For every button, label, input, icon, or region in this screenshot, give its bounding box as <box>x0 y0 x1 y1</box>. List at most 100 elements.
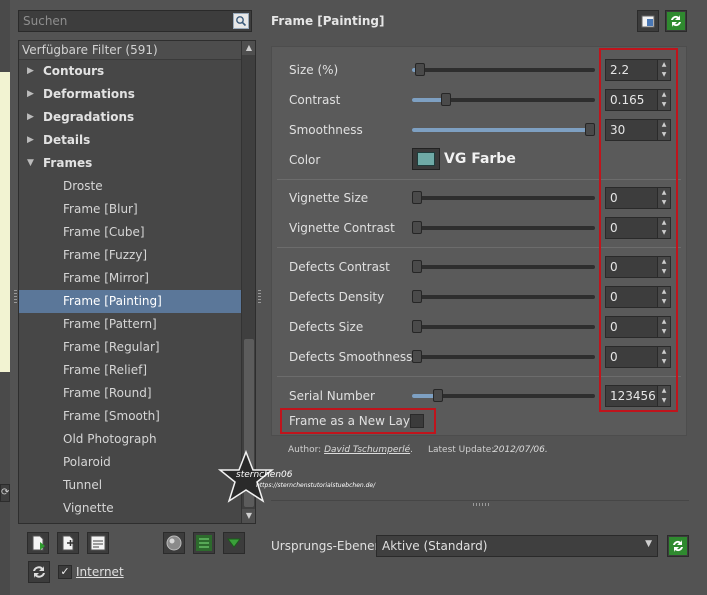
tree-filter-item[interactable]: Frame [Cube] <box>19 221 241 244</box>
tree-item-label: Frame [Relief] <box>63 363 148 377</box>
vignette-contrast-slider[interactable] <box>412 221 595 234</box>
tree-category[interactable]: ▼ Frames <box>19 152 241 175</box>
tree-item-label: Droste <box>63 179 103 193</box>
tree-filter-item[interactable]: Old Photograph <box>19 428 241 451</box>
highlight-new-layer-box <box>280 408 436 434</box>
color-label: Color <box>289 153 321 167</box>
tree-header: Verfügbare Filter (591) <box>19 41 244 60</box>
tree-filter-item[interactable]: Frame [Mirror] <box>19 267 241 290</box>
search-input[interactable] <box>19 11 237 31</box>
defects-size-label: Defects Size <box>289 320 364 334</box>
chevron-right-icon[interactable]: ▶ <box>27 83 37 106</box>
defects-contrast-slider[interactable] <box>412 260 595 273</box>
tree-filter-item[interactable]: Tunnel <box>19 474 241 497</box>
smoothness-label: Smoothness <box>289 123 363 137</box>
update-filters-button[interactable] <box>28 561 50 583</box>
tree-category[interactable]: ▶ Deformations <box>19 83 241 106</box>
tree-item-label: Polaroid <box>63 455 111 469</box>
tree-item-label: Frame [Blur] <box>63 202 138 216</box>
apply-down-icon[interactable] <box>223 532 245 554</box>
tree-filter-item[interactable]: Frame [Round] <box>19 382 241 405</box>
vignette-size-slider[interactable] <box>412 191 595 204</box>
chevron-right-icon[interactable]: ▶ <box>27 106 37 129</box>
tree-category[interactable]: ▶ Contours <box>19 60 241 83</box>
tree-filter-item[interactable]: Frame [Painting] <box>19 290 241 313</box>
tree-item-label: Frame [Painting] <box>63 294 162 308</box>
scroll-down-icon[interactable]: ▼ <box>242 509 255 523</box>
copy-to-clipboard-button[interactable] <box>637 10 659 32</box>
defects-density-slider[interactable] <box>412 290 595 303</box>
tree-filter-item[interactable]: Frame [Pattern] <box>19 313 241 336</box>
defects-contrast-label: Defects Contrast <box>289 260 390 274</box>
tree-item-label: Old Photograph <box>63 432 157 446</box>
defects-density-label: Defects Density <box>289 290 385 304</box>
internet-label[interactable]: Internet <box>76 565 124 579</box>
tree-filter-item[interactable]: Vignette <box>19 497 241 520</box>
defects-smoothness-label: Defects Smoothness <box>289 350 413 364</box>
size-slider[interactable] <box>412 63 595 76</box>
update-label: Latest Update: <box>428 445 495 455</box>
defects-smoothness-slider[interactable] <box>412 350 595 363</box>
tree-category[interactable]: ▶ Degradations <box>19 106 241 129</box>
canvas-preview-strip <box>0 72 10 372</box>
chevron-down-icon: ▼ <box>645 539 652 549</box>
tree-filter-item[interactable]: Droste <box>19 175 241 198</box>
refresh-preview-button[interactable] <box>667 535 689 557</box>
tree-item-label: Deformations <box>43 87 135 101</box>
list-view-icon[interactable] <box>193 532 215 554</box>
input-layers-value: Aktive (Standard) <box>382 539 488 553</box>
watermark-url: https://sternchenstutorialstuebchen.de/ <box>256 482 376 489</box>
tree-item-label: Frame [Fuzzy] <box>63 248 148 262</box>
tree-item-label: Frame [Cube] <box>63 225 145 239</box>
chevron-right-icon[interactable]: ▶ <box>27 60 37 83</box>
scroll-up-icon[interactable]: ▲ <box>242 41 255 55</box>
author-suffix: . <box>410 445 414 455</box>
add-favorite-button[interactable] <box>27 532 49 554</box>
tree-item-label: Details <box>43 133 91 147</box>
size-label: Size (%) <box>289 63 339 77</box>
serial-number-slider[interactable] <box>412 389 595 402</box>
chevron-right-icon[interactable]: ▶ <box>27 129 37 152</box>
tree-item-label: Frame [Pattern] <box>63 317 157 331</box>
color-name: VG Farbe <box>444 151 516 167</box>
input-layers-select[interactable]: Aktive (Standard) ▼ <box>376 535 658 557</box>
panel-splitter[interactable] <box>473 503 491 506</box>
tree-filter-item[interactable]: Frame [Blur] <box>19 198 241 221</box>
remove-favorite-button[interactable] <box>57 532 79 554</box>
color-swatch <box>417 152 435 166</box>
serial-number-label: Serial Number <box>289 389 375 403</box>
tree-item-label: Vignette <box>63 501 114 515</box>
tree-filter-item[interactable]: Frame [Fuzzy] <box>19 244 241 267</box>
tree-category[interactable]: ▶ Details <box>19 129 241 152</box>
smoothness-slider[interactable] <box>412 123 595 136</box>
contrast-slider[interactable] <box>412 93 595 106</box>
color-picker-button[interactable] <box>412 148 440 170</box>
panel-splitter[interactable] <box>14 290 17 304</box>
defects-size-slider[interactable] <box>412 320 595 333</box>
search-box[interactable] <box>18 10 252 32</box>
vignette-size-label: Vignette Size <box>289 191 369 205</box>
tree-filter-item[interactable]: Frame [Regular] <box>19 336 241 359</box>
tree-filter-item[interactable]: Polaroid <box>19 451 241 474</box>
internet-checkbox[interactable]: ✓ <box>58 565 72 579</box>
tree-item-label: Frames <box>43 156 93 170</box>
tree-filter-item[interactable]: Frame [Smooth] <box>19 405 241 428</box>
tree-item-label: Frame [Mirror] <box>63 271 149 285</box>
vignette-contrast-label: Vignette Contrast <box>289 221 395 235</box>
tree-item-label: Frame [Smooth] <box>63 409 160 423</box>
refresh-icon[interactable]: ⟳ <box>0 484 10 502</box>
tree-item-label: Tunnel <box>63 478 103 492</box>
rename-button[interactable] <box>87 532 109 554</box>
chevron-down-icon[interactable]: ▼ <box>27 152 37 175</box>
filter-title: Frame [Painting] <box>271 14 385 28</box>
reset-parameters-button[interactable] <box>665 10 687 32</box>
tree-item-label: Contours <box>43 64 105 78</box>
tree-item-label: Frame [Regular] <box>63 340 160 354</box>
input-layers-label: Ursprungs-Ebenen <box>271 539 383 553</box>
panel-splitter[interactable] <box>258 290 261 304</box>
search-icon[interactable] <box>233 13 249 29</box>
preview-mode-icon[interactable] <box>163 532 185 554</box>
highlight-values-box <box>599 48 678 412</box>
tree-filter-item[interactable]: Frame [Relief] <box>19 359 241 382</box>
tree-item-label: Degradations <box>43 110 135 124</box>
